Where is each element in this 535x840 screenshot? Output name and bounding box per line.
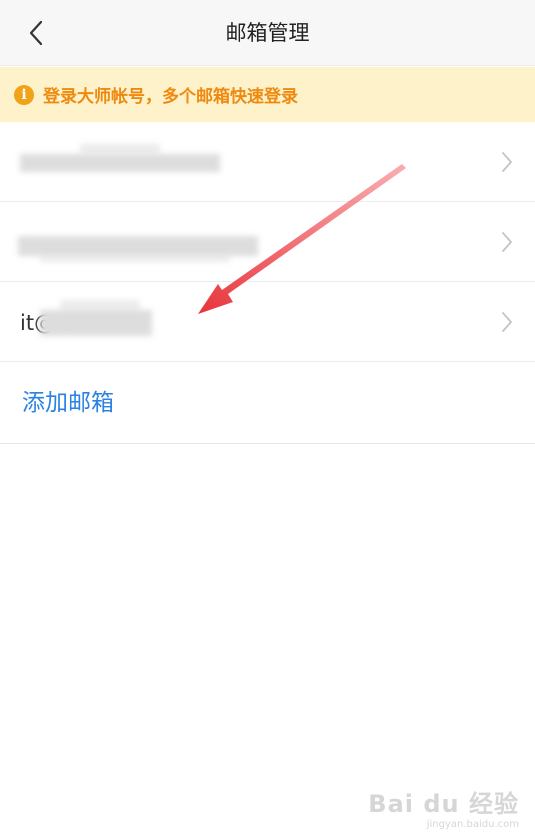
page-title: 邮箱管理 [225, 21, 310, 45]
add-mailbox-label: 添加邮箱 [22, 390, 114, 416]
add-mailbox-button[interactable]: 添加邮箱 [0, 362, 535, 444]
mailbox-row-1[interactable] [0, 122, 535, 202]
mailbox-management-screen: 邮箱管理 i 登录大师帐号，多个邮箱快速登录 it@.com [0, 0, 535, 840]
masked-email-fragment [40, 254, 230, 262]
banner-text: 登录大师帐号，多个邮箱快速登录 [43, 87, 298, 107]
chevron-right-icon [502, 312, 512, 332]
chevron-right-icon [502, 232, 512, 252]
top-bar: 邮箱管理 [0, 0, 535, 66]
back-button[interactable] [14, 13, 58, 53]
watermark-url: jingyan.baidu.com [426, 819, 519, 830]
mailbox-list: it@.com 添加邮箱 [0, 122, 535, 444]
masked-email [20, 154, 220, 172]
masked-email [18, 236, 258, 256]
master-account-login-banner[interactable]: i 登录大师帐号，多个邮箱快速登录 [0, 67, 535, 122]
info-icon: i [14, 84, 34, 105]
masked-email-fragment [80, 144, 160, 154]
mailbox-row-2[interactable] [0, 202, 535, 282]
baidu-jingyan-watermark: Bai du 经验 jingyan.baidu.com [368, 784, 519, 830]
chevron-right-icon [502, 152, 512, 172]
masked-email-fragment [60, 300, 140, 312]
chevron-left-icon [29, 20, 43, 46]
mailbox-row-3[interactable]: it@.com [0, 282, 535, 362]
masked-email [40, 310, 152, 336]
watermark-logo-text: Bai du 经验 [368, 790, 519, 818]
info-icon-glyph: i [21, 86, 27, 103]
